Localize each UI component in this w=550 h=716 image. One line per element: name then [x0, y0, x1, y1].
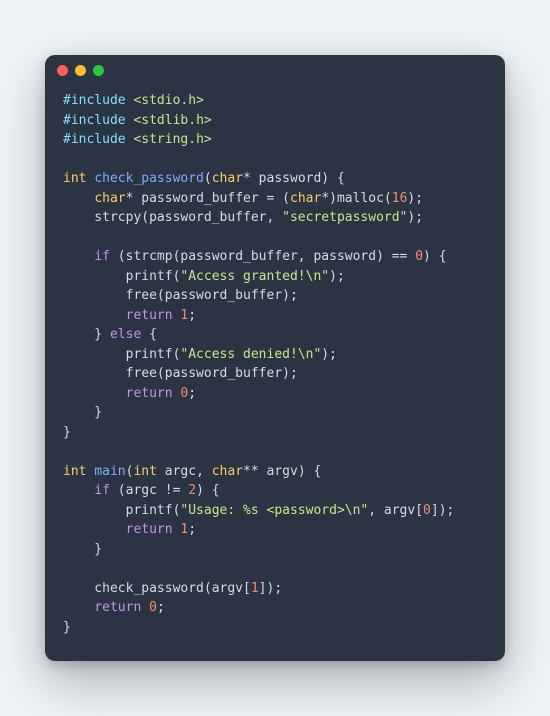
zoom-icon[interactable] — [93, 65, 104, 76]
titlebar — [45, 55, 505, 85]
include-target: <stdio.h> — [133, 93, 203, 108]
keyword: return — [126, 522, 173, 537]
close-icon[interactable] — [57, 65, 68, 76]
string: "Usage: %s <password>\n" — [180, 503, 368, 518]
code-block: #include <stdio.h> #include <stdlib.h> #… — [45, 85, 505, 661]
type: int — [63, 464, 86, 479]
function-name: main — [94, 464, 125, 479]
keyword: if — [94, 483, 110, 498]
include-target: <string.h> — [133, 132, 211, 147]
number: 2 — [188, 483, 196, 498]
type: int — [63, 171, 86, 186]
minimize-icon[interactable] — [75, 65, 86, 76]
code-window: #include <stdio.h> #include <stdlib.h> #… — [45, 55, 505, 661]
string: "Access denied!\n" — [180, 347, 321, 362]
string: "Access granted!\n" — [180, 269, 329, 284]
preproc: #include — [63, 132, 133, 147]
preproc: #include — [63, 93, 133, 108]
number: 0 — [415, 249, 423, 264]
function-name: check_password — [94, 171, 204, 186]
keyword: return — [126, 386, 173, 401]
number: 16 — [392, 191, 408, 206]
keyword: if — [94, 249, 110, 264]
type: char — [290, 191, 321, 206]
preproc: #include — [63, 113, 133, 128]
include-target: <stdlib.h> — [133, 113, 211, 128]
type: char — [212, 171, 243, 186]
keyword: return — [94, 600, 141, 615]
number: 0 — [423, 503, 431, 518]
string: "secretpassword" — [282, 210, 407, 225]
number: 0 — [149, 600, 157, 615]
number: 1 — [251, 581, 259, 596]
type: char — [212, 464, 243, 479]
type: char — [94, 191, 125, 206]
type: int — [133, 464, 156, 479]
keyword: return — [126, 308, 173, 323]
keyword: else — [110, 327, 141, 342]
